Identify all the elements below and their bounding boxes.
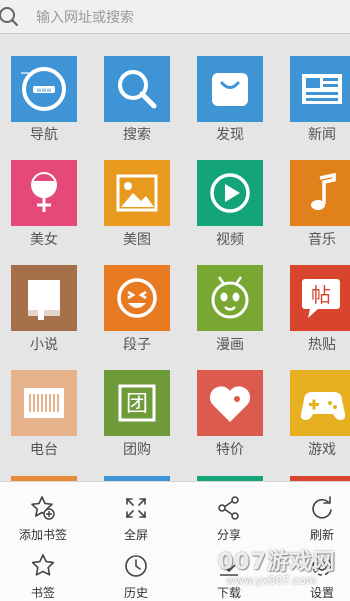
girl-icon bbox=[31, 169, 57, 212]
svg-text:www: www bbox=[37, 87, 52, 94]
group-buy-icon: 团 bbox=[118, 384, 156, 422]
radio-icon bbox=[24, 388, 64, 418]
add-bookmark-icon bbox=[31, 496, 55, 520]
download-label: 下载 bbox=[216, 586, 241, 600]
add-bookmark-label: 添加书签 bbox=[18, 528, 67, 542]
refresh-button[interactable]: 刷新 bbox=[280, 494, 350, 543]
tile-label: 音乐 bbox=[308, 232, 336, 248]
svg-text:帖: 帖 bbox=[311, 283, 331, 307]
music-note-icon bbox=[311, 172, 336, 210]
navigation-icon: www bbox=[21, 67, 66, 111]
tile-games[interactable] bbox=[290, 370, 350, 436]
tile-label: 搜索 bbox=[123, 127, 151, 143]
share-label: 分享 bbox=[216, 528, 241, 542]
tile-search[interactable] bbox=[104, 56, 170, 122]
bookmark-star-icon bbox=[31, 554, 55, 576]
picture-icon bbox=[116, 174, 158, 212]
svg-text:团: 团 bbox=[126, 392, 148, 417]
bottom-menu-sheet: 添加书签 全屏 分享 刷新 书签 历史 下载 设置 bbox=[0, 481, 350, 601]
tile-label: 游戏 bbox=[308, 442, 336, 458]
fullscreen-label: 全屏 bbox=[123, 528, 148, 542]
tile-label: 美图 bbox=[123, 232, 151, 248]
tile-music[interactable] bbox=[290, 160, 350, 226]
tile-label: 电台 bbox=[30, 442, 58, 458]
tile-special-price[interactable] bbox=[197, 370, 263, 436]
address-bar[interactable]: 输入网址或搜索 bbox=[0, 0, 350, 34]
tile-label: 新闻 bbox=[308, 127, 336, 143]
refresh-label: 刷新 bbox=[309, 528, 334, 542]
download-button[interactable]: 下载 bbox=[187, 552, 271, 601]
tile-label: 特价 bbox=[216, 442, 244, 458]
settings-label: 设置 bbox=[309, 586, 334, 600]
tile-label: 小说 bbox=[30, 337, 58, 353]
search-icon bbox=[0, 7, 19, 27]
share-icon bbox=[218, 496, 239, 520]
search-tile-icon bbox=[118, 70, 157, 109]
tile-radio[interactable] bbox=[11, 370, 77, 436]
book-icon bbox=[28, 280, 60, 320]
fullscreen-icon bbox=[126, 498, 146, 518]
tile-jokes[interactable] bbox=[104, 265, 170, 331]
tile-label: 漫画 bbox=[216, 337, 244, 353]
price-tag-heart-icon bbox=[209, 386, 251, 422]
tile-discover[interactable] bbox=[197, 56, 263, 122]
tile-label: 团购 bbox=[123, 442, 151, 458]
gamepad-icon bbox=[300, 392, 346, 420]
tile-label: 热贴 bbox=[308, 337, 336, 353]
tile-beauty[interactable] bbox=[11, 160, 77, 226]
history-clock-icon bbox=[125, 555, 147, 577]
newspaper-icon bbox=[302, 74, 342, 104]
tile-news[interactable] bbox=[290, 56, 350, 122]
tile-label: 导航 bbox=[30, 127, 58, 143]
play-icon bbox=[210, 173, 250, 213]
history-label: 历史 bbox=[123, 586, 148, 600]
post-bubble-icon: 帖 bbox=[302, 279, 340, 318]
refresh-icon bbox=[312, 496, 332, 519]
tile-label: 段子 bbox=[123, 337, 151, 353]
tile-navigation[interactable]: www bbox=[11, 56, 77, 122]
tile-label: 视频 bbox=[216, 232, 244, 248]
add-bookmark-button[interactable]: 添加书签 bbox=[1, 494, 85, 543]
bookmarks-label: 书签 bbox=[30, 586, 55, 600]
bookmarks-button[interactable]: 书签 bbox=[1, 552, 85, 601]
download-icon bbox=[220, 556, 238, 576]
settings-button[interactable]: 设置 bbox=[280, 552, 350, 601]
settings-icon bbox=[312, 556, 332, 576]
tile-video[interactable] bbox=[197, 160, 263, 226]
history-button[interactable]: 历史 bbox=[94, 552, 178, 601]
share-button[interactable]: 分享 bbox=[187, 494, 271, 543]
tile-label: 美女 bbox=[30, 232, 58, 248]
tile-novel[interactable] bbox=[11, 265, 77, 331]
tile-group-buy[interactable]: 团 bbox=[104, 370, 170, 436]
tile-hot-posts[interactable]: 帖 bbox=[290, 265, 350, 331]
shopping-bag-icon bbox=[212, 73, 248, 106]
tile-comics[interactable] bbox=[197, 265, 263, 331]
tile-label: 发现 bbox=[216, 127, 244, 143]
fullscreen-button[interactable]: 全屏 bbox=[94, 494, 178, 543]
address-input-placeholder: 输入网址或搜索 bbox=[36, 10, 134, 26]
tile-pictures[interactable] bbox=[104, 160, 170, 226]
cartoon-bug-icon bbox=[211, 276, 249, 319]
laugh-face-icon bbox=[117, 278, 157, 318]
